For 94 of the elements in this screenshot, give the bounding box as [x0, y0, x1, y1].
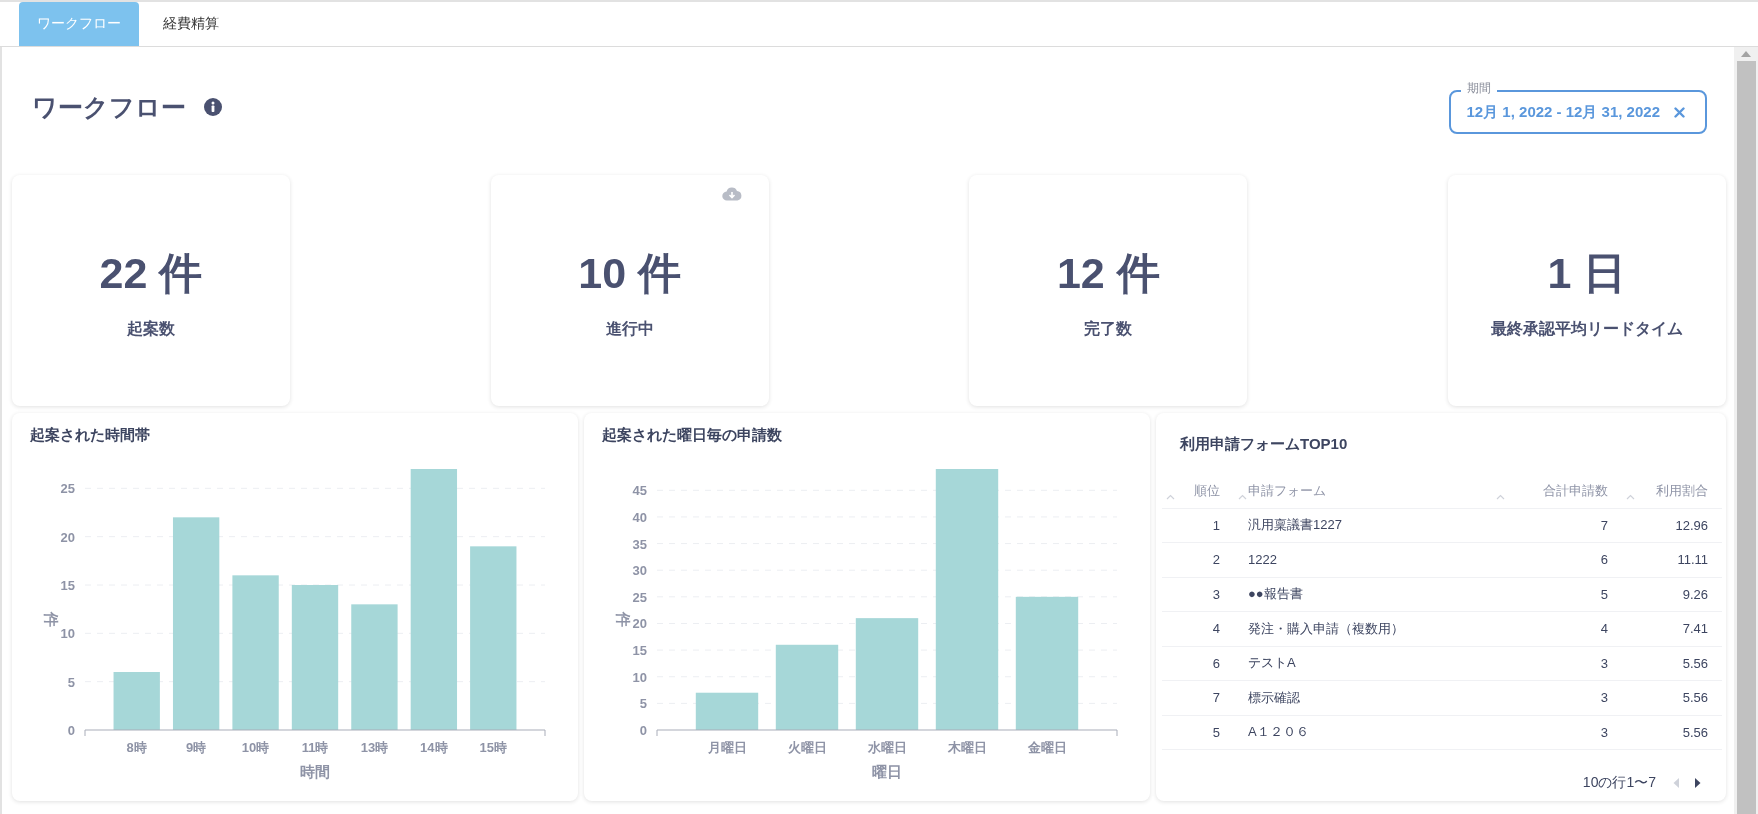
table-cell: 7	[1212, 690, 1220, 706]
table-cell: 3	[1212, 586, 1220, 602]
table-cell: 1	[1212, 517, 1220, 533]
x-tick-label: 15時	[479, 740, 507, 755]
cloud-download-icon[interactable]	[721, 187, 742, 201]
column-header[interactable]: 申請フォーム	[1248, 481, 1326, 500]
info-icon[interactable]	[204, 98, 222, 116]
y-tick-label: 15	[60, 578, 75, 593]
x-axis-label: 曜日	[872, 763, 902, 780]
y-tick-label: 25	[60, 481, 75, 497]
table-cell: 2	[1212, 552, 1220, 568]
table-cell: 7	[1600, 517, 1608, 533]
table-cell: 1222	[1248, 552, 1277, 568]
table-cell: A１２０６	[1248, 723, 1309, 742]
y-axis-label: 件	[615, 612, 632, 627]
y-tick-label: 5	[67, 674, 75, 690]
sort-icon[interactable]	[1238, 493, 1247, 500]
table-cell: ●●報告書	[1248, 585, 1303, 604]
x-tick-label: 8時	[126, 740, 147, 755]
x-tick-label: 火曜日	[787, 740, 827, 755]
x-tick-label: 10時	[241, 740, 270, 755]
tab[interactable]: 経費精算	[145, 2, 237, 46]
x-tick-label: 金曜日	[1027, 740, 1067, 755]
page-title: ワークフロー	[32, 91, 186, 123]
x-tick-label: 月曜日	[707, 740, 747, 755]
x-tick-label: 木曜日	[947, 740, 987, 755]
table-cell: 5.56	[1682, 724, 1708, 740]
stat-value: 10 件	[578, 248, 682, 299]
x-tick-label: 9時	[186, 740, 207, 755]
column-header[interactable]: 利用割合	[1656, 481, 1708, 500]
chart-title: 起案された時間帯	[30, 426, 150, 445]
y-tick-label: 5	[639, 696, 647, 712]
period-label: 期間	[1460, 80, 1497, 96]
table-cell: 6	[1212, 655, 1220, 671]
period-value: 12月 1, 2022 - 12月 31, 2022	[1466, 102, 1660, 122]
next-page-icon[interactable]	[1694, 777, 1702, 789]
table-cell: 5.56	[1682, 690, 1708, 706]
stat-label: 起案数	[127, 319, 175, 339]
sort-icon[interactable]	[1166, 493, 1175, 500]
stat-label: 完了数	[1084, 319, 1133, 339]
y-tick-label: 30	[632, 563, 647, 579]
bar	[113, 672, 160, 730]
chart-title: 起案された曜日毎の申請数	[602, 426, 782, 445]
x-tick-label: 11時	[301, 740, 329, 755]
column-header[interactable]: 合計申請数	[1543, 481, 1608, 500]
sort-icon[interactable]	[1626, 493, 1635, 500]
y-tick-label: 15	[632, 643, 647, 659]
table-cell: 3	[1600, 690, 1608, 706]
table-cell: テストA	[1248, 654, 1296, 673]
table-cell: 3	[1600, 724, 1608, 740]
x-tick-label: 14時	[420, 740, 448, 755]
clear-icon[interactable]	[1674, 106, 1685, 118]
table-cell: 4	[1212, 621, 1220, 637]
y-tick-label: 20	[60, 529, 75, 545]
table-cell: 5.56	[1682, 655, 1708, 671]
x-tick-label: 水曜日	[867, 740, 907, 755]
sort-icon[interactable]	[1496, 493, 1505, 500]
y-axis-label: 件	[43, 612, 60, 627]
scrollbar-thumb[interactable]	[1736, 61, 1756, 814]
table-cell: 汎用稟議書1227	[1248, 516, 1342, 535]
x-tick-label: 13時	[360, 740, 389, 755]
table-cell: 6	[1600, 552, 1608, 568]
stat-label: 最終承認平均リードタイム	[1490, 319, 1683, 339]
y-tick-label: 0	[639, 723, 647, 738]
y-tick-label: 25	[632, 589, 647, 605]
stat-value: 22 件	[99, 248, 203, 299]
y-tick-label: 20	[632, 616, 647, 632]
scrollbar[interactable]	[1734, 47, 1758, 814]
table-title: 利用申請フォームTOP10	[1180, 435, 1348, 454]
table-cell: 標示確認	[1248, 688, 1300, 707]
tab[interactable]: ワークフロー	[19, 2, 139, 46]
table-cell: 7.41	[1682, 621, 1708, 637]
y-tick-label: 45	[632, 483, 647, 499]
table-cell: 5	[1600, 586, 1608, 602]
y-tick-label: 10	[60, 626, 75, 642]
table-cell: 4	[1600, 621, 1608, 637]
stat-label: 進行中	[605, 319, 654, 339]
y-tick-label: 40	[632, 509, 647, 525]
table-cell: 12.96	[1675, 517, 1708, 533]
y-tick-label: 10	[632, 669, 647, 685]
x-axis-label: 時間	[300, 763, 330, 780]
stat-value: 1 日	[1547, 248, 1627, 299]
table-cell: 5	[1212, 724, 1220, 740]
y-tick-label: 35	[632, 536, 647, 552]
y-tick-label: 0	[67, 723, 75, 738]
bar	[695, 692, 759, 730]
table-cell: 9.26	[1682, 586, 1708, 602]
scroll-up-icon[interactable]	[1741, 51, 1751, 57]
stat-value: 12 件	[1056, 248, 1160, 299]
table-cell: 発注・購入申請（複数用）	[1248, 619, 1404, 638]
table-cell: 3	[1600, 655, 1608, 671]
table-cell: 11.11	[1677, 552, 1708, 568]
pagination-text: 10の行1〜7	[1582, 774, 1656, 792]
column-header[interactable]: 順位	[1194, 481, 1220, 500]
